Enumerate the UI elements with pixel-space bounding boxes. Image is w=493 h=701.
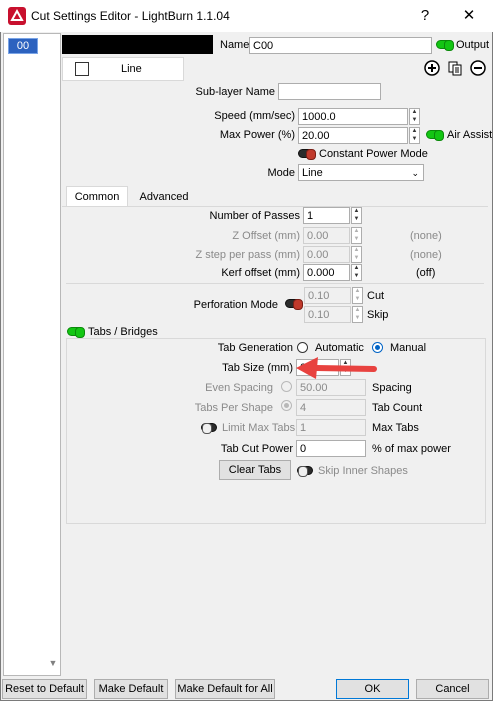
max-power-field[interactable]: 20.00 [298, 127, 408, 144]
line-tab-label: Line [121, 63, 142, 75]
even-spacing-radio[interactable] [281, 381, 292, 392]
kerf-spinner[interactable]: ▲ ▼ [351, 264, 362, 281]
help-button[interactable]: ? [410, 4, 440, 28]
chevron-down-icon: ⌄ [411, 168, 419, 178]
lightburn-app-icon [8, 7, 26, 25]
limit-max-tabs-label: Limit Max Tabs [222, 422, 296, 434]
automatic-radio[interactable] [297, 342, 308, 353]
spacing-label: Spacing [372, 382, 412, 394]
remove-icon[interactable] [470, 60, 486, 76]
annotation-arrow-icon [296, 357, 377, 379]
perf-cut-label: Cut [367, 290, 385, 302]
air-assist-label: Air Assist [447, 129, 493, 141]
z-step-label: Z step per pass (mm) [195, 249, 300, 261]
constant-power-label: Constant Power Mode [319, 148, 428, 160]
max-tabs-field[interactable]: 1 [296, 419, 366, 436]
name-label: Name [220, 39, 250, 51]
passes-label: Number of Passes [209, 210, 300, 222]
mode-select[interactable]: Line ⌄ [298, 164, 424, 181]
constant-power-toggle[interactable] [298, 149, 316, 160]
tab-count-field[interactable]: 4 [296, 399, 366, 416]
sublayer-label: Sub-layer Name [195, 86, 275, 98]
tab-generation-label: Tab Generation [217, 342, 293, 354]
manual-label: Manual [390, 342, 427, 354]
speed-label: Speed (mm/sec) [214, 110, 295, 122]
tabs-bridges-label: Tabs / Bridges [88, 326, 158, 338]
automatic-label: Automatic [315, 342, 364, 354]
scroll-down-arrow-icon[interactable]: ▼ [48, 658, 58, 668]
perf-cut-spinner[interactable]: ▲ ▼ [352, 287, 363, 304]
perf-skip-field[interactable]: 0.10 [304, 306, 351, 323]
tabs-bridges-toggle[interactable] [67, 327, 85, 338]
clear-tabs-button[interactable]: Clear Tabs [219, 460, 291, 480]
air-assist-toggle[interactable] [426, 130, 444, 141]
tab-cut-power-field[interactable]: 0 [296, 440, 366, 457]
passes-field[interactable]: 1 [303, 207, 350, 224]
tab-count-label: Tab Count [372, 402, 423, 414]
line-checkbox[interactable] [75, 62, 89, 76]
close-button[interactable]: ✕ [454, 4, 484, 28]
tab-cut-power-unit: % of max power [372, 443, 451, 455]
z-offset-note: (none) [410, 230, 442, 242]
tab-cut-power-label: Tab Cut Power [220, 443, 293, 455]
layer-list[interactable]: 00 ▼ [3, 33, 61, 676]
skip-inner-toggle[interactable] [297, 466, 313, 477]
tab-common[interactable]: Common [66, 186, 128, 207]
perf-skip-spinner[interactable]: ▲ ▼ [352, 306, 363, 323]
tab-underline [62, 206, 488, 207]
sublayer-field[interactable] [278, 83, 381, 100]
tab-advanced[interactable]: Advanced [130, 187, 198, 207]
manual-radio[interactable] [372, 342, 383, 353]
add-icon[interactable] [424, 60, 440, 76]
separator-line [66, 283, 484, 284]
skip-inner-label: Skip Inner Shapes [318, 465, 408, 477]
make-default-button[interactable]: Make Default [94, 679, 168, 699]
cancel-button[interactable]: Cancel [416, 679, 489, 699]
make-default-for-all-button[interactable]: Make Default for All [175, 679, 275, 699]
limit-max-tabs-toggle[interactable] [201, 423, 217, 434]
max-tabs-label: Max Tabs [372, 422, 419, 434]
output-toggle[interactable] [436, 40, 454, 51]
tab-size-label: Tab Size (mm) [222, 362, 293, 374]
perforation-label: Perforation Mode [193, 299, 278, 311]
z-step-note: (none) [410, 249, 442, 261]
speed-spinner[interactable]: ▲ ▼ [409, 108, 420, 125]
line-tab[interactable]: Line [62, 57, 184, 81]
layer-color-bar[interactable] [62, 35, 213, 54]
window-title: Cut Settings Editor - LightBurn 1.1.04 [31, 9, 230, 23]
reset-to-default-button[interactable]: Reset to Default [2, 679, 87, 699]
max-power-spinner[interactable]: ▲ ▼ [409, 127, 420, 144]
layer-chip-00[interactable]: 00 [8, 38, 38, 54]
output-label: Output [456, 39, 490, 51]
mode-value: Line [302, 167, 323, 179]
kerf-label: Kerf offset (mm) [221, 267, 300, 279]
z-step-field[interactable]: 0.00 [303, 246, 350, 263]
perf-skip-label: Skip [367, 309, 389, 321]
even-spacing-label: Even Spacing [205, 382, 273, 394]
kerf-note: (off) [416, 267, 436, 279]
perf-cut-field[interactable]: 0.10 [304, 287, 351, 304]
z-offset-spinner[interactable]: ▲ ▼ [351, 227, 362, 244]
max-power-label: Max Power (%) [219, 129, 295, 141]
z-offset-field[interactable]: 0.00 [303, 227, 350, 244]
copy-icon[interactable] [447, 60, 463, 76]
mode-label: Mode [267, 167, 295, 179]
spacing-field[interactable]: 50.00 [296, 379, 366, 396]
z-offset-label: Z Offset (mm) [232, 230, 300, 242]
speed-field[interactable]: 1000.0 [298, 108, 408, 125]
name-field[interactable]: C00 [249, 37, 432, 54]
passes-spinner[interactable]: ▲ ▼ [351, 207, 362, 224]
tabs-per-shape-label: Tabs Per Shape [194, 402, 273, 414]
z-step-spinner[interactable]: ▲ ▼ [351, 246, 362, 263]
ok-button[interactable]: OK [336, 679, 409, 699]
perforation-toggle[interactable] [285, 299, 303, 310]
tabs-per-shape-radio[interactable] [281, 400, 292, 411]
kerf-field[interactable]: 0.000 [303, 264, 350, 281]
